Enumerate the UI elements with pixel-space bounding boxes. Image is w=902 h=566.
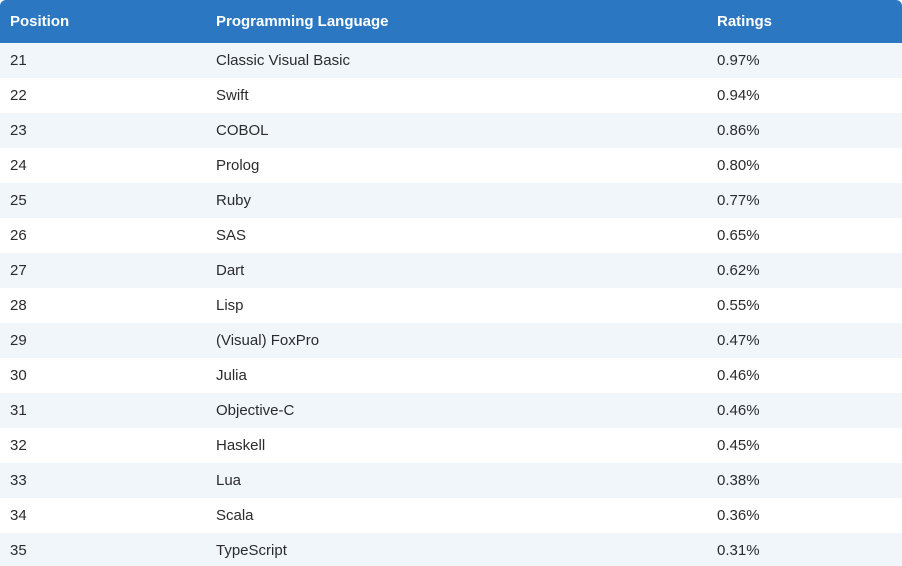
table-row: 31 Objective-C 0.46% — [0, 393, 902, 428]
cell-position: 21 — [10, 52, 27, 69]
cell-position: 30 — [10, 367, 27, 384]
cell-position: 23 — [10, 122, 27, 139]
cell-language: Scala — [216, 507, 254, 524]
cell-language: (Visual) FoxPro — [216, 332, 320, 349]
table-row: 33 Lua 0.38% — [0, 463, 902, 498]
cell-rating: 0.97% — [717, 52, 760, 69]
cell-rating: 0.94% — [717, 87, 760, 104]
table-row: 21 Classic Visual Basic 0.97% — [0, 43, 902, 78]
ratings-table-container: Position Programming Language Ratings 21… — [0, 0, 902, 566]
table-header: Position Programming Language Ratings — [0, 0, 902, 43]
cell-position: 22 — [10, 87, 27, 104]
cell-language: SAS — [216, 227, 247, 244]
table-row: 27 Dart 0.62% — [0, 253, 902, 288]
table-row: 35 TypeScript 0.31% — [0, 533, 902, 566]
table-header-row: Position Programming Language Ratings — [0, 0, 902, 43]
table-row: 28 Lisp 0.55% — [0, 288, 902, 323]
cell-language: Dart — [216, 262, 245, 279]
table-row: 30 Julia 0.46% — [0, 358, 902, 393]
cell-position: 29 — [10, 332, 27, 349]
cell-rating: 0.62% — [717, 262, 760, 279]
cell-rating: 0.45% — [717, 437, 760, 454]
table-body: 21 Classic Visual Basic 0.97% 22 Swift 0… — [0, 43, 902, 566]
cell-rating: 0.55% — [717, 297, 760, 314]
cell-language: Haskell — [216, 437, 266, 454]
cell-language: Objective-C — [216, 402, 295, 419]
header-programming-language[interactable]: Programming Language — [206, 0, 707, 43]
header-position[interactable]: Position — [0, 0, 206, 43]
cell-position: 32 — [10, 437, 27, 454]
cell-position: 24 — [10, 157, 27, 174]
cell-rating: 0.46% — [717, 402, 760, 419]
cell-position: 33 — [10, 472, 27, 489]
cell-language: Lua — [216, 472, 242, 489]
table-row: 32 Haskell 0.45% — [0, 428, 902, 463]
cell-rating: 0.46% — [717, 367, 760, 384]
ratings-table: Position Programming Language Ratings 21… — [0, 0, 902, 566]
cell-language: Prolog — [216, 157, 260, 174]
header-ratings[interactable]: Ratings — [707, 0, 902, 43]
table-row: 22 Swift 0.94% — [0, 78, 902, 113]
cell-language: Julia — [216, 367, 247, 384]
cell-rating: 0.36% — [717, 507, 760, 524]
cell-rating: 0.38% — [717, 472, 760, 489]
cell-position: 34 — [10, 507, 27, 524]
cell-position: 28 — [10, 297, 27, 314]
cell-language: Lisp — [216, 297, 244, 314]
cell-rating: 0.77% — [717, 192, 760, 209]
table-row: 34 Scala 0.36% — [0, 498, 902, 533]
cell-position: 25 — [10, 192, 27, 209]
table-row: 23 COBOL 0.86% — [0, 113, 902, 148]
cell-language: Swift — [216, 87, 249, 104]
cell-language: Classic Visual Basic — [216, 52, 350, 69]
cell-rating: 0.31% — [717, 542, 760, 559]
table-row: 26 SAS 0.65% — [0, 218, 902, 253]
cell-language: TypeScript — [216, 542, 287, 559]
cell-position: 26 — [10, 227, 27, 244]
cell-rating: 0.80% — [717, 157, 760, 174]
cell-rating: 0.65% — [717, 227, 760, 244]
cell-rating: 0.86% — [717, 122, 760, 139]
cell-language: COBOL — [216, 122, 269, 139]
table-row: 25 Ruby 0.77% — [0, 183, 902, 218]
cell-position: 27 — [10, 262, 27, 279]
cell-position: 31 — [10, 402, 27, 419]
table-row: 24 Prolog 0.80% — [0, 148, 902, 183]
cell-position: 35 — [10, 542, 27, 559]
table-row: 29 (Visual) FoxPro 0.47% — [0, 323, 902, 358]
cell-language: Ruby — [216, 192, 252, 209]
cell-rating: 0.47% — [717, 332, 760, 349]
